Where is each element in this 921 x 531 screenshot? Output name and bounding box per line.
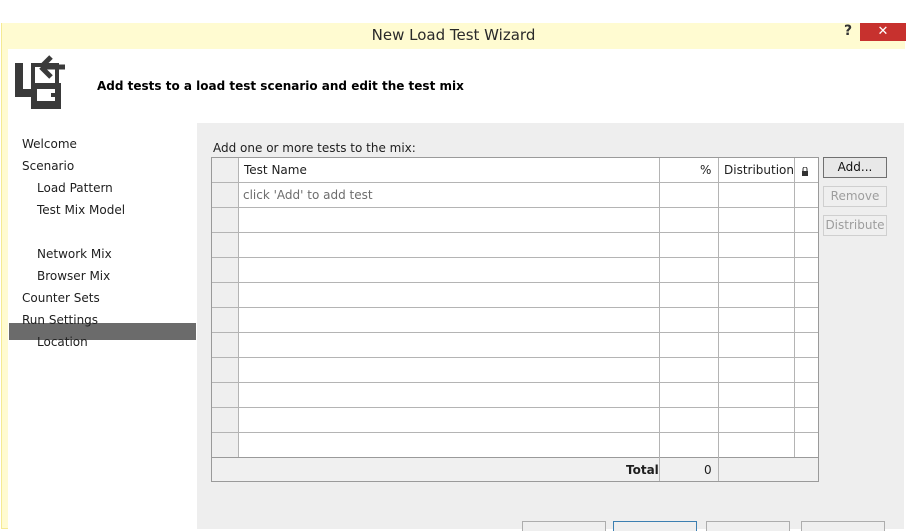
close-button[interactable]: ✕: [860, 23, 906, 41]
remove-button[interactable]: Remove: [823, 186, 887, 207]
nav-item-counter-sets[interactable]: Counter Sets: [22, 290, 100, 307]
nav-item-test-mix[interactable]: Test Mix: [37, 224, 85, 241]
wizard-header: Add tests to a load test scenario and ed…: [8, 49, 904, 123]
total-row: Total 0: [212, 458, 818, 481]
column-header-percent[interactable]: %: [700, 163, 711, 177]
test-mix-panel: Add one or more tests to the mix: Test N…: [197, 123, 904, 531]
mix-instructions: Add one or more tests to the mix:: [213, 141, 416, 155]
column-header-distribution[interactable]: Distribution: [724, 163, 794, 177]
wizard-content: Welcome Scenario Load Pattern Test Mix M…: [8, 123, 904, 531]
test-mix-grid[interactable]: Test Name % Distribution click 'Add' to …: [211, 157, 819, 482]
empty-grid-placeholder: click 'Add' to add test: [243, 188, 373, 202]
next-button[interactable]: [613, 521, 697, 531]
window-title: New Load Test Wizard: [371, 26, 536, 44]
previous-button[interactable]: [522, 521, 606, 531]
wizard-window: New Load Test Wizard ? ✕ Add tests to a …: [1, 23, 906, 531]
nav-item-load-pattern[interactable]: Load Pattern: [37, 180, 113, 197]
add-button[interactable]: Add...: [823, 157, 887, 178]
nav-item-scenario[interactable]: Scenario: [22, 158, 74, 175]
nav-item-location[interactable]: Location: [37, 334, 88, 351]
cancel-button[interactable]: [801, 521, 885, 531]
background-edge: [908, 0, 921, 529]
total-value: 0: [704, 463, 712, 477]
wizard-page-icon: [15, 55, 65, 109]
help-button[interactable]: ?: [838, 23, 858, 39]
finish-button[interactable]: [706, 521, 790, 531]
nav-item-welcome[interactable]: Welcome: [22, 136, 77, 153]
lock-icon[interactable]: [801, 167, 809, 176]
column-header-test-name[interactable]: Test Name: [244, 163, 307, 177]
nav-item-network-mix[interactable]: Network Mix: [37, 246, 112, 263]
nav-item-run-settings[interactable]: Run Settings: [22, 312, 98, 329]
nav-item-browser-mix[interactable]: Browser Mix: [37, 268, 110, 285]
distribute-button[interactable]: Distribute: [823, 215, 887, 236]
total-label: Total: [626, 463, 659, 477]
nav-item-test-mix-model[interactable]: Test Mix Model: [37, 202, 125, 219]
title-bar: New Load Test Wizard ? ✕: [2, 23, 906, 49]
page-description: Add tests to a load test scenario and ed…: [97, 79, 464, 93]
